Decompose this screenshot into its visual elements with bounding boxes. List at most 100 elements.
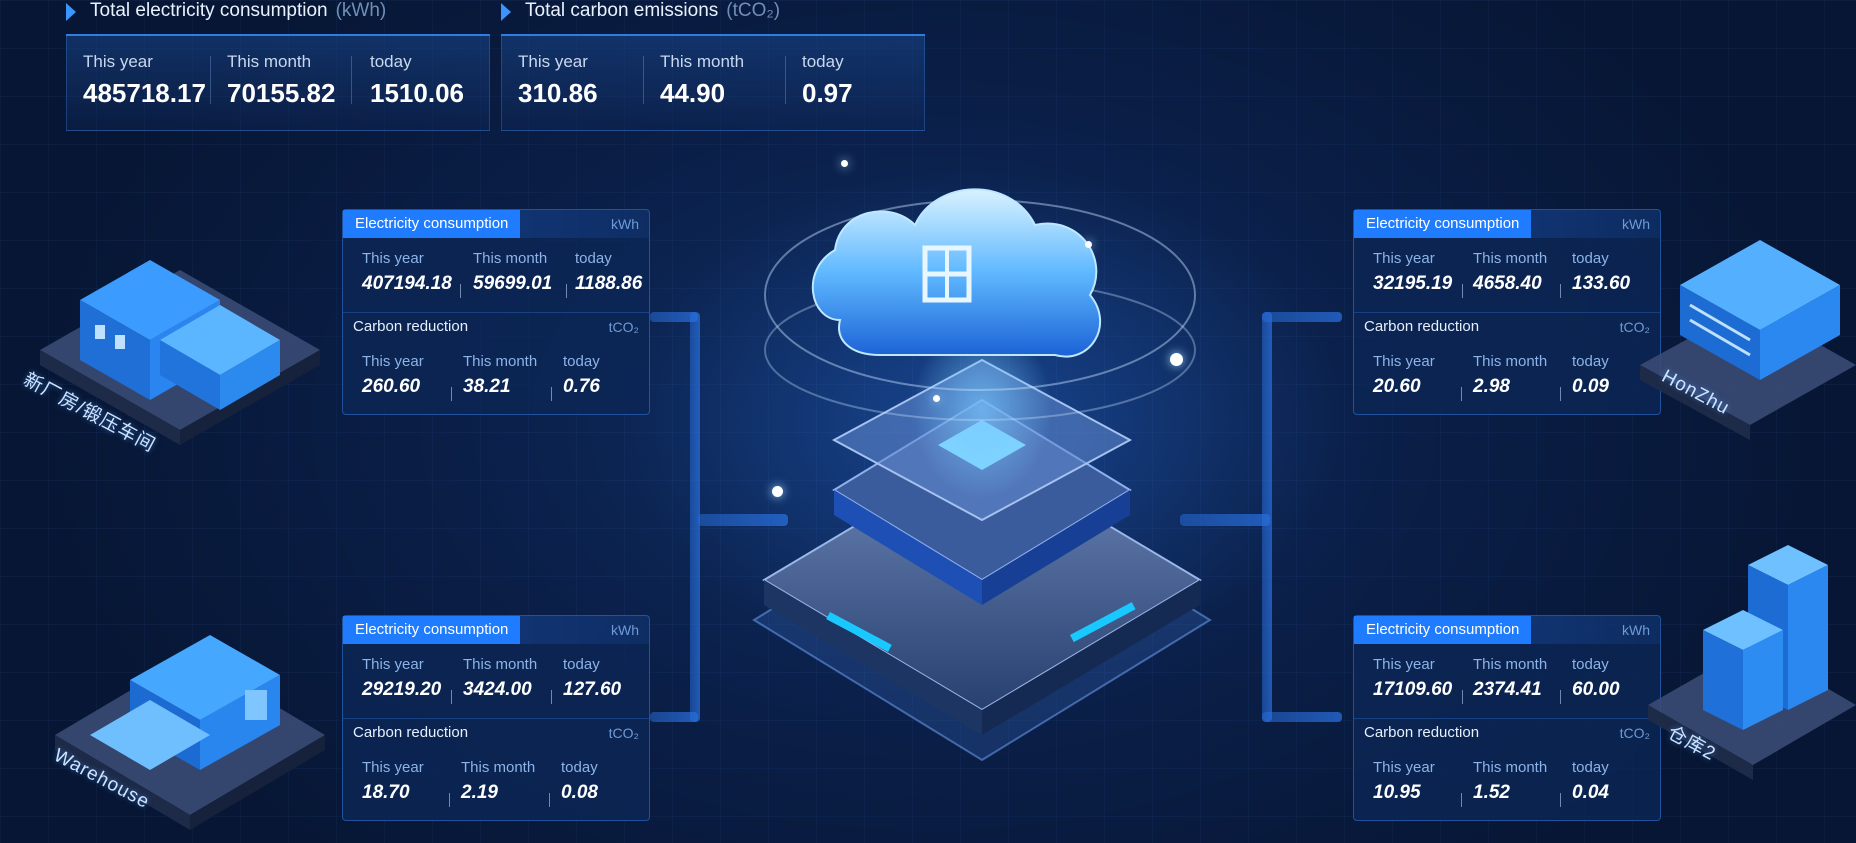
stat-label: today xyxy=(1572,656,1609,673)
stat-value: 10.95 xyxy=(1373,782,1421,803)
divider xyxy=(551,690,552,704)
stat-label: This month xyxy=(463,353,538,370)
stat-value: 407194.18 xyxy=(362,273,452,294)
divider xyxy=(1560,793,1561,807)
total-electricity-panel: Total electricity consumption (kWh) This … xyxy=(66,0,490,131)
glow-dot xyxy=(772,486,783,497)
stat-label: This year xyxy=(362,759,424,776)
stat-label: This year xyxy=(1373,353,1435,370)
stat-today: today 1510.06 xyxy=(370,52,464,109)
divider xyxy=(1462,284,1463,298)
divider xyxy=(1560,387,1561,401)
play-triangle-icon xyxy=(501,3,511,21)
site-card-new-plant: Electricity consumption kWh This year 407… xyxy=(342,209,650,415)
connector-line xyxy=(1262,712,1342,722)
divider xyxy=(643,56,644,104)
stat-label: This month xyxy=(660,52,745,71)
stat-label: This year xyxy=(518,52,588,71)
stat-label: today xyxy=(563,656,600,673)
unit-label: tCO₂ xyxy=(1619,725,1650,741)
stat-value: 0.97 xyxy=(802,78,853,108)
stat-today: today 0.97 xyxy=(802,52,853,109)
stat-value: 260.60 xyxy=(362,376,421,397)
electricity-tag: Electricity consumption xyxy=(343,210,521,238)
office-towers-icon[interactable] xyxy=(1648,540,1856,790)
divider xyxy=(451,387,452,401)
stat-value: 17109.60 xyxy=(1373,679,1453,700)
stat-value: 1188.86 xyxy=(575,273,643,294)
divider xyxy=(210,56,211,104)
stat-value: 59699.01 xyxy=(473,273,553,294)
stat-value: 3424.00 xyxy=(463,679,532,700)
stat-value: 0.08 xyxy=(561,782,598,803)
stat-value: 310.86 xyxy=(518,78,598,108)
stat-label: This year xyxy=(362,656,424,673)
stat-label: today xyxy=(575,250,612,267)
stat-label: This month xyxy=(1473,250,1548,267)
stat-value: 133.60 xyxy=(1572,273,1631,294)
panel-unit: (kWh) xyxy=(335,0,387,21)
stat-this-month: This month 44.90 xyxy=(660,52,744,109)
carbon-title: Carbon reduction xyxy=(353,724,469,741)
stat-label: This year xyxy=(1373,656,1435,673)
stat-label: This month xyxy=(473,250,548,267)
connector-line xyxy=(1262,312,1342,322)
stat-value: 0.76 xyxy=(563,376,600,397)
stat-value: 18.70 xyxy=(362,782,410,803)
stat-value: 0.09 xyxy=(1572,376,1609,397)
stat-label: This month xyxy=(461,759,536,776)
stat-label: today xyxy=(1572,759,1609,776)
office-building-icon[interactable] xyxy=(1640,205,1856,445)
stat-label: This month xyxy=(1473,656,1548,673)
stat-label: today xyxy=(563,353,600,370)
divider xyxy=(449,793,450,807)
site-card-honzhu: Electricity consumption kWh This year 321… xyxy=(1353,209,1661,415)
stat-label: This year xyxy=(1373,759,1435,776)
stat-value: 127.60 xyxy=(563,679,622,700)
stat-label: This year xyxy=(1373,250,1435,267)
divider xyxy=(785,56,786,104)
glow-dot xyxy=(1085,241,1092,248)
unit-label: tCO₂ xyxy=(608,319,639,335)
divider xyxy=(551,387,552,401)
divider xyxy=(1560,284,1561,298)
stat-value: 485718.17 xyxy=(83,78,206,108)
divider xyxy=(1462,690,1463,704)
carbon-title: Carbon reduction xyxy=(353,318,469,335)
site-card-warehouse-2: Electricity consumption kWh This year 171… xyxy=(1353,615,1661,821)
stat-label: This month xyxy=(1473,353,1548,370)
stat-value: 2374.41 xyxy=(1473,679,1542,700)
stat-label: today xyxy=(561,759,598,776)
unit-label: tCO₂ xyxy=(608,725,639,741)
site-card-warehouse: Electricity consumption kWh This year 292… xyxy=(342,615,650,821)
cloud-platform-icon xyxy=(752,188,1212,762)
stat-value: 44.90 xyxy=(660,78,726,108)
stat-value: 20.60 xyxy=(1373,376,1421,397)
panel-title: Total electricity consumption (kWh) xyxy=(90,0,387,21)
stat-value: 29219.20 xyxy=(362,679,442,700)
unit-label: kWh xyxy=(611,216,639,232)
stat-value: 70155.82 xyxy=(227,78,336,108)
stat-label: This month xyxy=(463,656,538,673)
divider xyxy=(549,793,550,807)
stat-this-month: This month 70155.82 xyxy=(227,52,335,109)
warehouse-building-icon[interactable] xyxy=(50,595,330,835)
stat-label: This month xyxy=(227,52,312,71)
glow-dot xyxy=(841,160,848,167)
stat-label: This month xyxy=(1473,759,1548,776)
stat-value: 2.98 xyxy=(1473,376,1510,397)
stat-label: today xyxy=(1572,250,1609,267)
glow-dot xyxy=(933,395,940,402)
stat-this-year: This year 485718.17 xyxy=(83,52,206,109)
unit-label: kWh xyxy=(1622,622,1650,638)
stat-label: today xyxy=(1572,353,1609,370)
total-carbon-panel: Total carbon emissions (tCO₂) This year 3… xyxy=(501,0,925,131)
panel-unit: (tCO₂) xyxy=(726,0,781,21)
stat-label: This year xyxy=(362,353,424,370)
stat-value: 1510.06 xyxy=(370,78,464,108)
electricity-tag: Electricity consumption xyxy=(1354,616,1532,644)
stat-label: today xyxy=(370,52,412,71)
glow-dot xyxy=(1170,353,1183,366)
stat-value: 4658.40 xyxy=(1473,273,1542,294)
stat-value: 32195.19 xyxy=(1373,273,1453,294)
